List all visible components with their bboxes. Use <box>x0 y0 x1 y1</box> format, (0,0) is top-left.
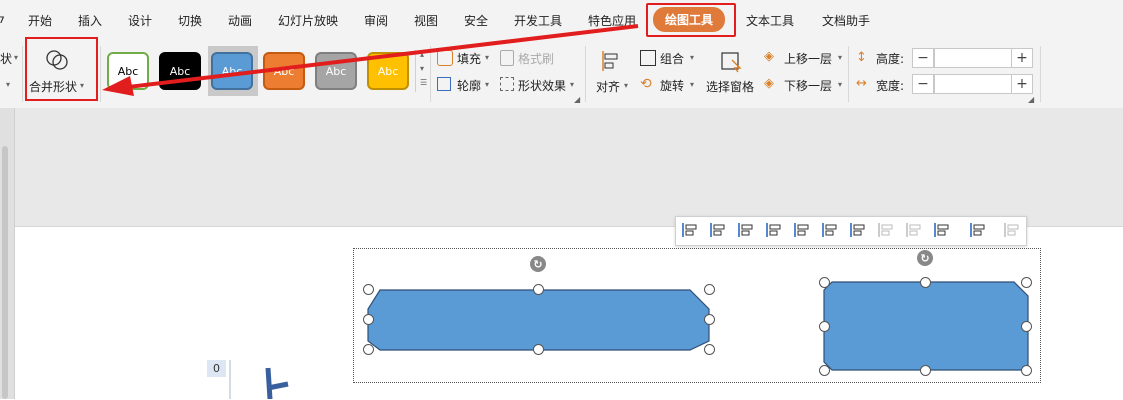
rotate-label: 旋转 <box>660 79 685 93</box>
menu-doc-helper[interactable]: 文档助手 <box>822 12 870 29</box>
chevron-down-icon: ▾ <box>14 53 19 62</box>
height-icon: ↕ <box>856 50 867 65</box>
width-label: 宽度: <box>876 79 905 93</box>
vertical-scrollbar[interactable] <box>2 146 8 399</box>
shape-snip-corner-rect[interactable] <box>818 276 1034 376</box>
distribute-vertical-icon[interactable] <box>902 219 926 241</box>
merge-shapes-icon <box>46 50 68 70</box>
send-backward-icon: ◈ <box>764 76 774 91</box>
annotation-arrow <box>102 24 639 96</box>
width-decrement-button[interactable]: − <box>912 74 934 94</box>
partial-text-glyph <box>265 367 289 399</box>
selection-pane-icon <box>721 52 742 73</box>
height-input[interactable] <box>934 48 1012 68</box>
align-right-icon[interactable] <box>734 219 758 241</box>
chevron-down-icon: ▾ <box>6 80 11 89</box>
resize-handle[interactable] <box>920 277 931 288</box>
group-label: 组合 <box>660 52 685 66</box>
resize-handle[interactable] <box>1021 277 1032 288</box>
partial-shape-label: 状 <box>0 52 13 66</box>
menu-partial-left: ל <box>0 12 5 26</box>
chevron-down-icon: ▾ <box>838 80 843 89</box>
bring-forward-label: 上移一层 <box>784 52 833 66</box>
align-center-icon[interactable] <box>706 219 730 241</box>
resize-handle[interactable] <box>1021 321 1032 332</box>
resize-handle[interactable] <box>920 365 931 376</box>
tips-bulb-icon[interactable] <box>1000 219 1024 241</box>
dialog-launcher-icon[interactable]: ◢ <box>1028 95 1034 104</box>
resize-handle[interactable] <box>819 277 830 288</box>
tab-drawing-tools[interactable]: 绘图工具 <box>653 7 726 32</box>
resize-handle[interactable] <box>1021 365 1032 376</box>
align-center-both-icon[interactable] <box>846 219 870 241</box>
chevron-down-icon: ▾ <box>80 81 85 90</box>
resize-handle[interactable] <box>533 344 544 355</box>
resize-handle[interactable] <box>363 314 374 325</box>
resize-handle[interactable] <box>533 284 544 295</box>
chevron-down-icon: ▾ <box>838 53 843 62</box>
chevron-down-icon: ▾ <box>690 80 695 89</box>
group-shapes-icon[interactable] <box>966 219 990 241</box>
divider <box>848 46 849 102</box>
align-middle-icon[interactable] <box>790 219 814 241</box>
divider <box>1040 46 1041 102</box>
align-bottom-icon[interactable] <box>818 219 842 241</box>
width-icon: ↔ <box>856 76 867 91</box>
resize-handle[interactable] <box>704 284 715 295</box>
send-backward-label: 下移一层 <box>784 79 833 93</box>
resize-handle[interactable] <box>704 314 715 325</box>
resize-handle[interactable] <box>819 321 830 332</box>
height-increment-button[interactable]: + <box>1011 48 1033 68</box>
menu-start[interactable]: 开始 <box>28 12 52 29</box>
resize-handle[interactable] <box>363 344 374 355</box>
ruler-marker: 0 <box>207 360 226 377</box>
selection-pane-button[interactable]: 选择窗格 <box>704 48 760 98</box>
bring-forward-icon: ◈ <box>764 49 774 64</box>
canvas-background <box>0 108 1123 226</box>
rotate-handle-icon[interactable]: ↻ <box>917 250 933 266</box>
merge-shapes-label: 合并形状 <box>29 80 78 94</box>
width-increment-button[interactable]: + <box>1011 74 1033 94</box>
merge-shapes-button[interactable]: 合并形状 ▾ <box>28 42 92 100</box>
align-top-icon[interactable] <box>762 219 786 241</box>
menu-text-tools[interactable]: 文本工具 <box>746 12 794 29</box>
height-decrement-button[interactable]: − <box>912 48 934 68</box>
width-input[interactable] <box>934 74 1012 94</box>
chevron-down-icon: ▾ <box>690 53 695 62</box>
align-left-icon[interactable] <box>678 219 702 241</box>
rotate-handle-icon[interactable]: ↻ <box>530 256 546 272</box>
resize-handle[interactable] <box>363 284 374 295</box>
divider <box>22 46 23 102</box>
fit-to-slide-icon[interactable] <box>930 219 954 241</box>
resize-handle[interactable] <box>819 365 830 376</box>
distribute-horizontal-icon[interactable] <box>874 219 898 241</box>
height-label: 高度: <box>876 52 905 66</box>
ruler-line <box>229 360 231 399</box>
resize-handle[interactable] <box>704 344 715 355</box>
selection-pane-label: 选择窗格 <box>706 80 755 94</box>
